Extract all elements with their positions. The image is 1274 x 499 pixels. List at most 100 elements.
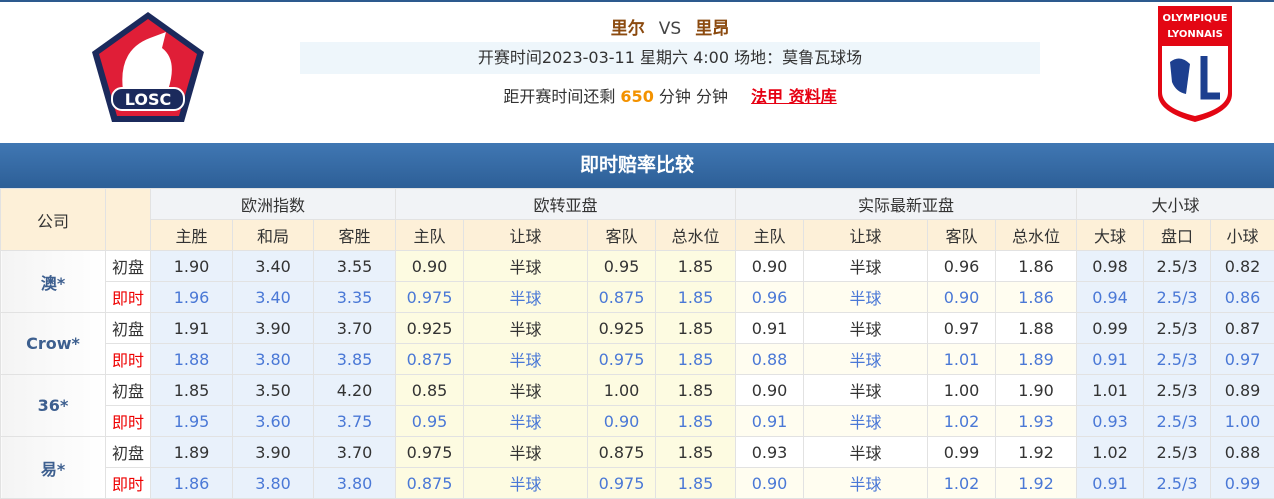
odds-cell: 半球: [464, 375, 588, 406]
odds-cell: 0.875: [588, 282, 656, 313]
odds-cell: 1.92: [996, 468, 1077, 499]
odds-cell: 半球: [804, 282, 928, 313]
svg-text:LYONNAIS: LYONNAIS: [1167, 29, 1223, 40]
odds-cell: 1.85: [656, 313, 736, 344]
odds-cell: 1.85: [656, 468, 736, 499]
odds-cell: 1.85: [656, 251, 736, 282]
column-header: 客胜: [314, 220, 396, 251]
column-header: 盘口: [1144, 220, 1211, 251]
table-row: 即时1.883.803.850.875半球0.9751.850.88半球1.01…: [1, 344, 1274, 375]
league-database-link[interactable]: 法甲 资料库: [751, 87, 837, 106]
initial-label: 初盘: [106, 251, 151, 282]
odds-cell: 半球: [464, 251, 588, 282]
odds-cell: 1.89: [151, 437, 233, 468]
odds-cell: 0.975: [588, 344, 656, 375]
odds-cell: 0.91: [736, 313, 804, 344]
odds-cell: 0.90: [736, 251, 804, 282]
odds-cell: 3.75: [314, 406, 396, 437]
column-header: 客队: [588, 220, 656, 251]
odds-cell: 半球: [804, 344, 928, 375]
odds-cell: 0.875: [588, 437, 656, 468]
type-header: [106, 189, 151, 251]
odds-cell: 1.88: [996, 313, 1077, 344]
odds-cell: 1.00: [588, 375, 656, 406]
table-row: 澳*初盘1.903.403.550.90半球0.951.850.90半球0.96…: [1, 251, 1274, 282]
odds-cell: 半球: [464, 344, 588, 375]
company-name[interactable]: Crow*: [1, 313, 106, 375]
odds-cell: 1.90: [151, 251, 233, 282]
odds-cell: 0.88: [736, 344, 804, 375]
table-row: 即时1.963.403.350.975半球0.8751.850.96半球0.90…: [1, 282, 1274, 313]
initial-label: 初盘: [106, 437, 151, 468]
odds-cell: 0.97: [1211, 344, 1274, 375]
odds-cell: 3.60: [233, 406, 314, 437]
lille-logo: LOSC: [88, 10, 208, 125]
odds-cell: 3.90: [233, 437, 314, 468]
odds-cell: 0.925: [588, 313, 656, 344]
odds-cell: 3.35: [314, 282, 396, 313]
odds-cell: 半球: [804, 313, 928, 344]
odds-cell: 2.5/3: [1144, 251, 1211, 282]
odds-cell: 3.70: [314, 313, 396, 344]
group-header-euro-asian: 欧转亚盘: [396, 189, 736, 220]
odds-cell: 半球: [464, 313, 588, 344]
group-header-over-under: 大小球: [1077, 189, 1274, 220]
away-team[interactable]: 里昂: [695, 19, 729, 39]
odds-cell: 0.97: [928, 313, 996, 344]
live-label: 即时: [106, 344, 151, 375]
group-header-euro: 欧洲指数: [151, 189, 396, 220]
odds-cell: 2.5/3: [1144, 437, 1211, 468]
odds-cell: 0.98: [1077, 251, 1144, 282]
column-header: 主队: [736, 220, 804, 251]
company-header: 公司: [1, 189, 106, 251]
company-name[interactable]: 36*: [1, 375, 106, 437]
odds-cell: 1.86: [996, 282, 1077, 313]
column-header: 主队: [396, 220, 464, 251]
table-row: 即时1.953.603.750.95半球0.901.850.91半球1.021.…: [1, 406, 1274, 437]
odds-cell: 0.96: [928, 251, 996, 282]
odds-cell: 半球: [464, 468, 588, 499]
company-name[interactable]: 澳*: [1, 251, 106, 313]
odds-cell: 3.50: [233, 375, 314, 406]
odds-cell: 1.85: [656, 375, 736, 406]
odds-cell: 1.00: [928, 375, 996, 406]
odds-cell: 0.90: [736, 468, 804, 499]
odds-cell: 0.99: [1211, 468, 1274, 499]
svg-text:OLYMPIQUE: OLYMPIQUE: [1162, 13, 1227, 24]
odds-cell: 半球: [804, 468, 928, 499]
odds-cell: 3.40: [233, 251, 314, 282]
column-header: 小球: [1211, 220, 1274, 251]
odds-cell: 1.92: [996, 437, 1077, 468]
odds-cell: 1.85: [151, 375, 233, 406]
odds-cell: 2.5/3: [1144, 282, 1211, 313]
home-team[interactable]: 里尔: [611, 19, 645, 39]
odds-cell: 0.93: [1077, 406, 1144, 437]
company-name[interactable]: 易*: [1, 437, 106, 499]
odds-cell: 0.91: [1077, 468, 1144, 499]
countdown-suffix: 分钟 分钟: [659, 87, 728, 106]
odds-cell: 0.90: [588, 406, 656, 437]
column-header: 总水位: [996, 220, 1077, 251]
odds-cell: 1.85: [656, 282, 736, 313]
odds-cell: 半球: [804, 437, 928, 468]
odds-cell: 1.93: [996, 406, 1077, 437]
countdown-minutes: 650: [620, 87, 653, 106]
svg-text:LOSC: LOSC: [125, 90, 172, 109]
odds-cell: 3.85: [314, 344, 396, 375]
column-header: 和局: [233, 220, 314, 251]
odds-cell: 0.95: [396, 406, 464, 437]
odds-cell: 1.86: [151, 468, 233, 499]
odds-cell: 0.90: [736, 375, 804, 406]
group-header-latest-asian: 实际最新亚盘: [736, 189, 1077, 220]
table-row: 即时1.863.803.800.875半球0.9751.850.90半球1.02…: [1, 468, 1274, 499]
odds-cell: 1.95: [151, 406, 233, 437]
odds-cell: 半球: [804, 251, 928, 282]
live-label: 即时: [106, 468, 151, 499]
odds-cell: 3.70: [314, 437, 396, 468]
column-header: 大球: [1077, 220, 1144, 251]
odds-cell: 0.975: [396, 282, 464, 313]
odds-cell: 0.99: [928, 437, 996, 468]
odds-cell: 2.5/3: [1144, 406, 1211, 437]
odds-cell: 4.20: [314, 375, 396, 406]
odds-cell: 半球: [464, 437, 588, 468]
